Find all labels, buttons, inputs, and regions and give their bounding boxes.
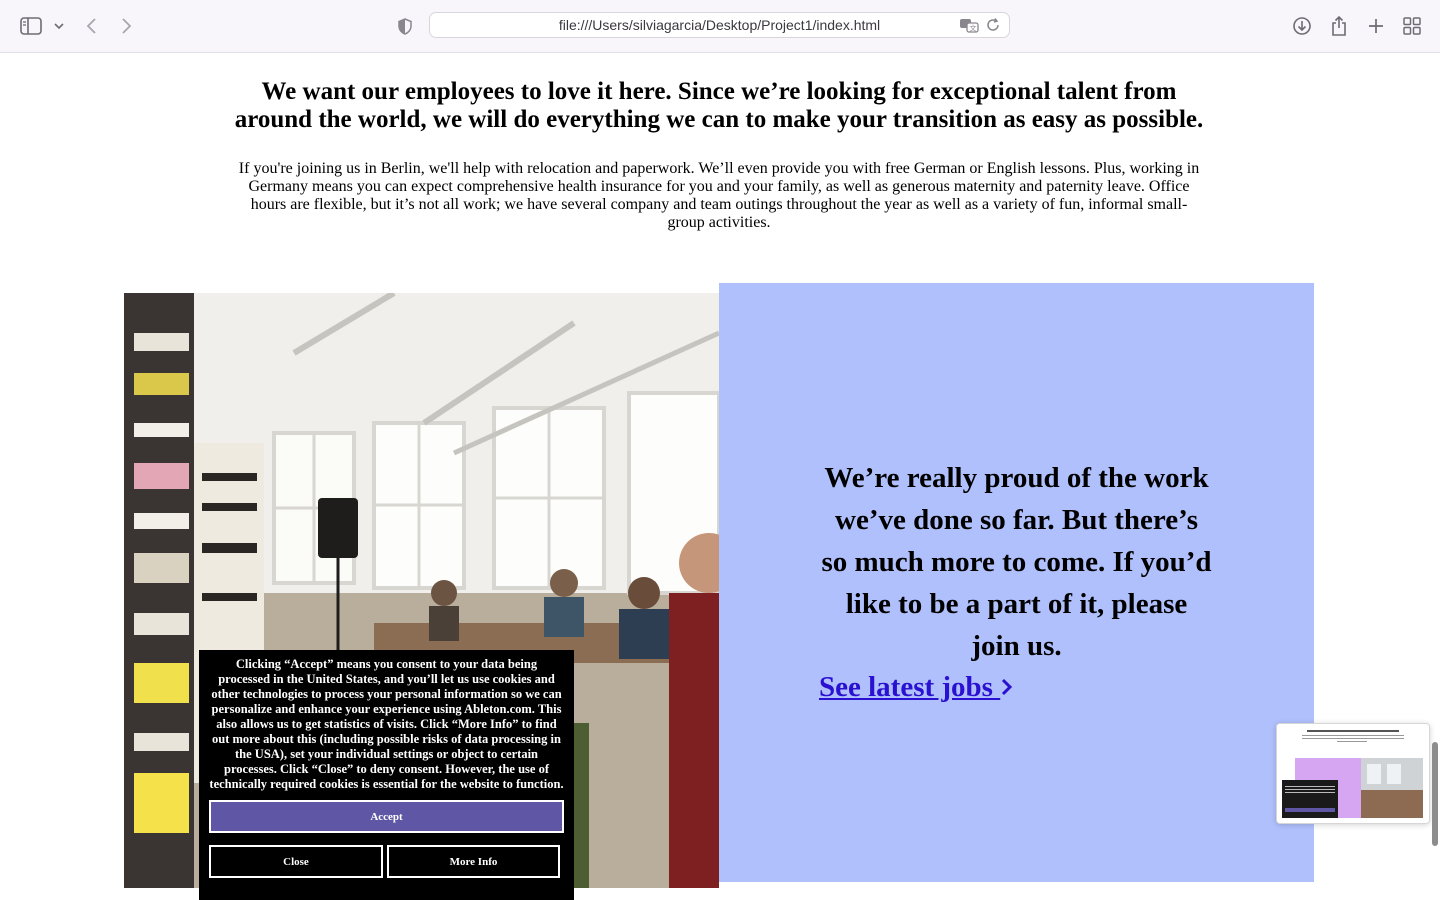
- see-latest-jobs-label: See latest jobs: [819, 671, 993, 703]
- share-icon[interactable]: [1329, 12, 1349, 40]
- intro-heading: We want our employees to love it here. S…: [234, 78, 1204, 133]
- tab-overview-icon[interactable]: [1402, 12, 1422, 40]
- url-text: file:///Users/silviagarcia/Desktop/Proje…: [558, 17, 881, 33]
- translate-icon[interactable]: 文: [959, 17, 979, 36]
- forward-icon[interactable]: [118, 12, 136, 40]
- sidebar-icon[interactable]: [18, 12, 44, 40]
- chevron-right-icon: [1000, 671, 1014, 703]
- cookie-consent-text: Clicking “Accept” means you consent to y…: [209, 657, 564, 791]
- address-bar[interactable]: file:///Users/silviagarcia/Desktop/Proje…: [429, 12, 1010, 38]
- intro-body: If you're joining us in Berlin, we'll he…: [238, 160, 1200, 231]
- shield-icon[interactable]: [396, 12, 414, 40]
- see-latest-jobs-link[interactable]: See latest jobs: [819, 669, 1014, 705]
- more-info-button[interactable]: More Info: [387, 845, 560, 878]
- browser-toolbar: file:///Users/silviagarcia/Desktop/Proje…: [0, 0, 1440, 53]
- new-tab-icon[interactable]: [1366, 12, 1386, 40]
- join-us-panel: We’re really proud of the work we’ve don…: [719, 283, 1314, 882]
- chevron-down-icon[interactable]: [52, 12, 66, 40]
- intro-section: We want our employees to love it here. S…: [234, 78, 1204, 232]
- download-icon[interactable]: [1292, 12, 1312, 40]
- reload-icon[interactable]: [985, 17, 1001, 36]
- svg-text:文: 文: [970, 24, 977, 33]
- accept-button[interactable]: Accept: [209, 800, 564, 833]
- close-button[interactable]: Close: [209, 845, 383, 878]
- join-us-heading: We’re really proud of the work we’ve don…: [821, 462, 1212, 662]
- page-thumbnail-preview[interactable]: [1276, 723, 1430, 824]
- cookie-consent-dialog: Clicking “Accept” means you consent to y…: [199, 650, 574, 900]
- scrollbar[interactable]: [1432, 742, 1438, 846]
- back-icon[interactable]: [82, 12, 100, 40]
